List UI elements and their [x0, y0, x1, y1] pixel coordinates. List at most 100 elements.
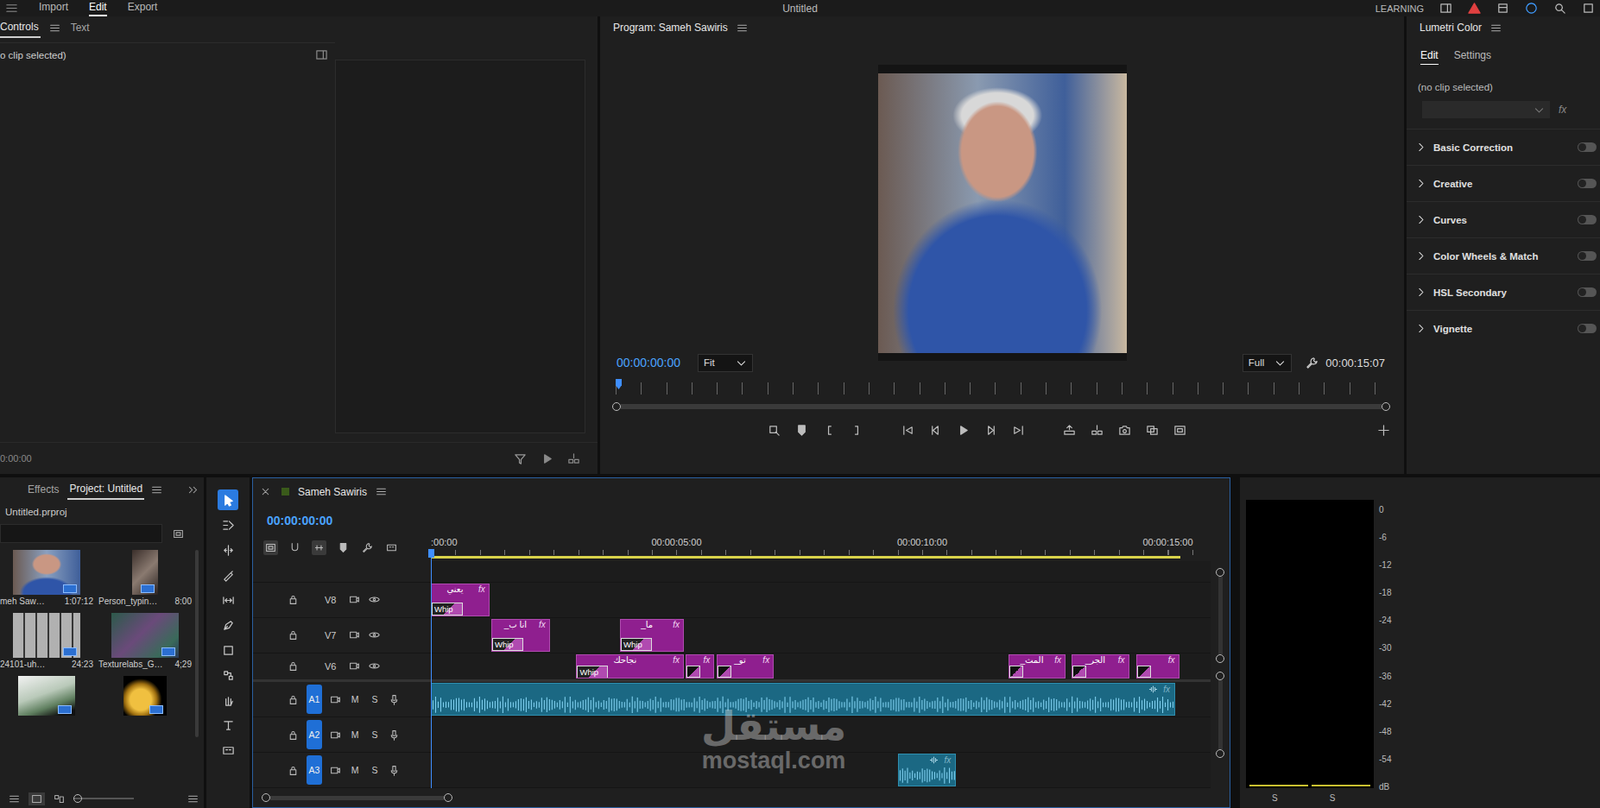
project-item[interactable]: [0, 676, 94, 716]
sync-lock-icon[interactable]: [329, 694, 342, 706]
item-thumbnail[interactable]: [18, 676, 76, 716]
panel-tab[interactable]: Controls: [0, 17, 41, 38]
monitor-zoom-bar[interactable]: [612, 399, 1391, 414]
menu-item[interactable]: Import: [38, 0, 69, 17]
more-panels-icon[interactable]: [187, 484, 199, 496]
track-header[interactable]: A1 M S: [252, 682, 431, 718]
timeline-zoom-bar[interactable]: [252, 788, 1230, 808]
thumbnail-size-slider[interactable]: [73, 797, 134, 800]
lock-icon[interactable]: [287, 594, 299, 606]
project-item[interactable]: 24101-uh… 24:23: [0, 613, 94, 675]
panel-toggle-icon[interactable]: [315, 48, 329, 62]
eye-icon[interactable]: [368, 660, 380, 672]
workspaces-icon[interactable]: [1439, 1, 1453, 15]
video-clip[interactable]: نجاحك fx Whip: [575, 654, 684, 680]
lumetri-section[interactable]: Curves: [1406, 201, 1600, 238]
tool-button[interactable]: [217, 714, 239, 736]
section-toggle[interactable]: [1577, 178, 1597, 189]
video-clip[interactable]: fx: [1136, 654, 1180, 680]
voiceover-icon[interactable]: [388, 694, 400, 706]
audio-scrollbar[interactable]: [1215, 671, 1225, 759]
new-bin-icon[interactable]: [172, 528, 184, 540]
transport-button[interactable]: [765, 421, 783, 439]
tool-button[interactable]: [217, 689, 239, 711]
playhead-timecode[interactable]: 00:00:00:00: [616, 355, 681, 370]
transport-button[interactable]: [1010, 421, 1027, 439]
lumetri-section[interactable]: Basic Correction: [1406, 128, 1600, 165]
tool-button[interactable]: [217, 739, 239, 761]
mute-button[interactable]: M: [348, 694, 361, 705]
transition[interactable]: Whip: [431, 602, 463, 616]
section-toggle[interactable]: [1577, 323, 1597, 334]
add-button[interactable]: [1375, 421, 1392, 439]
wrench-icon[interactable]: [361, 542, 374, 554]
playhead[interactable]: [430, 550, 432, 789]
transport-button[interactable]: [1116, 421, 1133, 439]
captions-icon[interactable]: [385, 542, 398, 554]
play-audio-icon[interactable]: [540, 452, 554, 466]
tool-button[interactable]: [217, 514, 239, 536]
item-thumbnail[interactable]: [12, 613, 81, 658]
channel-solo[interactable]: S: [1271, 793, 1278, 804]
lumetri-section[interactable]: Creative: [1406, 164, 1600, 202]
quality-dropdown[interactable]: Full: [1242, 354, 1293, 373]
video-clip[interactable]: الجر_ fx: [1071, 654, 1130, 680]
transport-button[interactable]: [1171, 421, 1189, 439]
list-view-icon[interactable]: [8, 793, 20, 805]
icon-view-icon[interactable]: [31, 793, 43, 805]
lumetri-section[interactable]: Vignette: [1406, 309, 1600, 347]
sort-icon[interactable]: [187, 793, 199, 805]
lock-icon[interactable]: [287, 660, 299, 672]
track-target[interactable]: A2: [306, 720, 323, 750]
project-item[interactable]: Person_typin… 8:00: [98, 550, 192, 612]
close-icon[interactable]: [259, 486, 272, 498]
panel-menu-icon[interactable]: [151, 484, 163, 496]
transition[interactable]: [717, 665, 732, 679]
lumetri-tab[interactable]: Edit: [1420, 49, 1439, 65]
tool-button[interactable]: [217, 564, 239, 586]
time-ruler[interactable]: :00:0000:00:05:0000:00:10:0000:00:15:00: [430, 535, 1211, 562]
track-target[interactable]: A3: [306, 755, 323, 785]
sync-lock-icon[interactable]: [329, 729, 342, 741]
tool-button[interactable]: [217, 614, 239, 636]
solo-button[interactable]: S: [368, 729, 381, 740]
sync-lock-icon[interactable]: [348, 660, 361, 672]
transport-button[interactable]: [848, 421, 866, 439]
menu-item[interactable]: Export: [127, 0, 159, 17]
warning-icon[interactable]: [1467, 1, 1481, 15]
home-icon[interactable]: [5, 1, 19, 15]
transition[interactable]: [1009, 665, 1024, 679]
video-clip[interactable]: تو_ fx: [716, 654, 775, 680]
transport-button[interactable]: [927, 421, 944, 439]
video-clip[interactable]: يعني fx Whip: [430, 583, 490, 617]
transport-button[interactable]: [899, 421, 917, 439]
transition[interactable]: Whip: [576, 665, 608, 679]
track-header[interactable]: A3 M S: [252, 752, 431, 789]
effect-timecode[interactable]: 0:00:00: [0, 453, 32, 464]
track-header[interactable]: A2 M S: [252, 717, 431, 753]
progress-icon[interactable]: [1524, 1, 1538, 15]
linked-icon[interactable]: [313, 542, 325, 554]
work-area-bar[interactable]: [430, 556, 1181, 559]
video-clip[interactable]: ما_ fx Whip: [619, 619, 684, 652]
transport-button[interactable]: [1144, 421, 1161, 439]
lock-icon[interactable]: [287, 765, 299, 777]
export-icon[interactable]: [1496, 1, 1510, 15]
transition[interactable]: [1137, 665, 1151, 679]
menu-item[interactable]: Edit: [88, 0, 108, 17]
search-field[interactable]: [0, 524, 163, 544]
track-header[interactable]: V7: [252, 618, 431, 654]
fullscreen-icon[interactable]: [1581, 1, 1595, 15]
audio-clip[interactable]: fx: [430, 683, 1176, 716]
marker-icon[interactable]: [337, 542, 349, 554]
transition[interactable]: [686, 665, 701, 679]
filter-icon[interactable]: [513, 452, 527, 466]
eye-icon[interactable]: [368, 629, 380, 641]
project-item[interactable]: Texturelabs_G… 4;29: [98, 613, 192, 675]
section-toggle[interactable]: [1577, 251, 1597, 261]
lock-icon[interactable]: [287, 729, 299, 741]
transport-button[interactable]: [982, 421, 1000, 439]
scrollbar[interactable]: [195, 550, 199, 738]
sync-lock-icon[interactable]: [348, 594, 361, 606]
panel-tab[interactable]: Text: [69, 18, 92, 38]
